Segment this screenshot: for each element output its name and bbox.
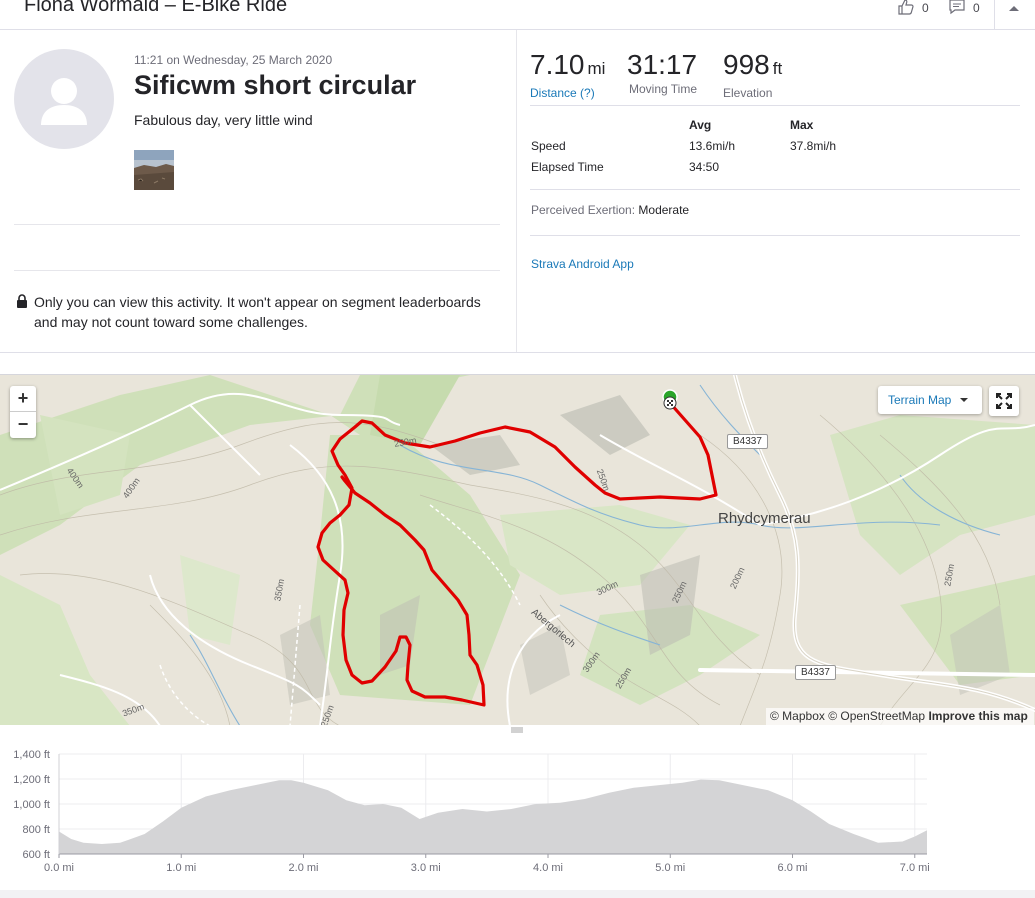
more-stats-max-header: Max [790,118,814,132]
y-tick-label: 1,200 ft [13,774,50,786]
activity-name: Sificwm short circular [134,70,417,100]
x-tick-label: 7.0 mi [900,862,930,874]
road-label: B4337 [727,434,768,449]
divider [14,270,500,271]
zoom-out-button[interactable]: − [10,412,36,438]
x-tick-label: 1.0 mi [166,862,196,874]
comment-icon [949,0,965,15]
y-tick-label: 1,400 ft [13,749,50,761]
thumbs-up-icon [898,0,914,15]
avatar[interactable] [14,49,114,149]
activity-header: Fiona Wormald – E-Bike Ride 0 0 [0,0,1035,30]
osm-attribution-link[interactable]: © OpenStreetMap [828,709,925,723]
photo-landscape [134,150,174,190]
page-footer-strip [0,890,1035,898]
terrain-layer [0,375,1035,725]
device-link[interactable]: Strava Android App [531,257,634,271]
user-silhouette-icon [41,78,87,125]
resize-handle-icon[interactable] [511,727,523,733]
more-stats-avg-header: Avg [689,118,712,132]
distance-value: 7.10 [530,49,585,80]
road-label: B4337 [795,665,836,680]
divider [530,105,1020,106]
exertion-label: Perceived Exertion: [531,203,636,217]
perceived-exertion: Perceived Exertion: Moderate [531,203,689,217]
x-tick-label: 5.0 mi [655,862,685,874]
elevation-unit: ft [772,59,783,78]
speed-max: 37.8mi/h [790,139,837,153]
activity-photo-thumbnail[interactable] [134,150,174,190]
caret-up-icon[interactable] [1008,4,1020,14]
moving-time-value: 31:17 [627,49,698,80]
stat-distance: 7.10 mi Distance (?) [530,48,605,100]
kudos-button[interactable]: 0 [897,0,929,16]
route-map[interactable]: 400m 400m 350m 350m 250m 250m 300m 250m … [0,374,1035,725]
x-tick-label: 0.0 mi [44,862,74,874]
lock-icon [17,294,27,308]
activity-description: Fabulous day, very little wind [134,112,313,128]
privacy-notice: Only you can view this activity. It won'… [16,292,506,332]
moving-time-label: Moving Time [629,82,698,96]
map-style-label: Terrain Map [888,393,952,407]
divider [530,235,1020,236]
speed-label: Speed [531,139,566,153]
comments-button[interactable]: 0 [948,0,980,16]
y-tick-label: 800 ft [22,824,50,836]
distance-unit: mi [587,59,606,78]
y-tick-label: 600 ft [22,849,50,861]
map-style-dropdown[interactable]: Terrain Map [878,386,982,414]
exertion-value: Moderate [638,203,690,217]
elevation-area [59,779,927,854]
divider [14,224,500,225]
x-tick-label: 6.0 mi [778,862,808,874]
fullscreen-icon [996,393,1012,409]
mapbox-attribution-link[interactable]: © Mapbox [770,709,825,723]
start-finish-marker-icon [662,389,678,410]
y-tick-label: 1,000 ft [13,799,50,811]
x-tick-label: 4.0 mi [533,862,563,874]
distance-help-link[interactable]: Distance (?) [530,86,605,100]
town-label: Rhydcymerau [718,510,811,527]
kudos-count: 0 [922,1,929,15]
zoom-control: + − [10,386,36,438]
activity-header-title: Fiona Wormald – E-Bike Ride [24,0,288,16]
activity-datetime: 11:21 on Wednesday, 25 March 2020 [134,53,333,67]
elevation-value: 998 [723,49,770,80]
caret-down-icon [960,398,968,402]
activity-summary: 11:21 on Wednesday, 25 March 2020 Sificw… [0,30,1035,353]
stat-elevation: 998 ft Elevation [723,48,782,100]
header-separator [994,0,995,30]
elevation-label: Elevation [723,86,773,100]
elevation-chart[interactable]: 600 ft 800 ft 1,000 ft 1,200 ft 1,400 ft 0.0 … [0,736,1035,890]
speed-avg: 13.6mi/h [689,139,736,153]
map-attribution: © Mapbox © OpenStreetMap Improve this ma… [766,708,1034,725]
fullscreen-button[interactable] [989,386,1019,416]
privacy-notice-text: Only you can view this activity. It won'… [34,294,481,330]
x-tick-label: 3.0 mi [411,862,441,874]
elapsed-time-label: Elapsed Time [531,160,604,174]
zoom-in-button[interactable]: + [10,386,36,412]
elapsed-time-avg: 34:50 [689,160,720,174]
summary-column-divider [516,30,517,352]
divider [530,189,1020,190]
x-tick-label: 2.0 mi [289,862,319,874]
stat-moving-time: 31:17 Moving Time [627,48,697,96]
improve-map-link[interactable]: Improve this map [928,709,1027,723]
comment-count: 0 [973,1,980,15]
